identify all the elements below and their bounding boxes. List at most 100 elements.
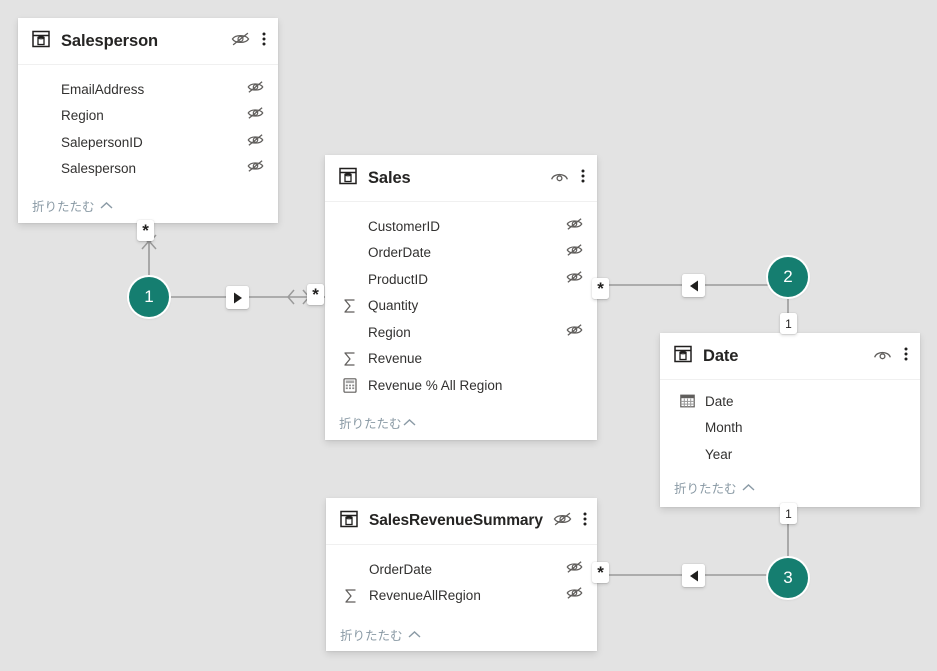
field-row[interactable]: RevenueAllRegion — [326, 583, 597, 610]
field-icon-none — [36, 80, 55, 98]
eye-hidden-icon[interactable] — [566, 586, 583, 605]
field-row[interactable]: CustomerID — [325, 213, 597, 240]
eye-hidden-icon[interactable] — [566, 243, 583, 262]
field-icon-none — [343, 323, 362, 341]
field-row[interactable]: ProductID — [325, 266, 597, 293]
table-icon — [32, 30, 50, 53]
field-icon-none — [680, 419, 699, 437]
field-label: Salesperson — [61, 161, 136, 176]
collapse-toggle-sales[interactable]: 折りたたむ — [325, 403, 597, 444]
table-header-salesrevenuesummary[interactable]: SalesRevenueSummary — [326, 498, 597, 545]
calendar-icon — [680, 392, 699, 410]
field-row[interactable]: Year — [660, 441, 920, 468]
field-row[interactable]: Quantity — [325, 293, 597, 320]
collapse-label: 折りたたむ — [339, 413, 402, 432]
field-label: ProductID — [368, 272, 428, 287]
table-card-sales[interactable]: Sales CustomerID — [325, 155, 597, 440]
eye-hidden-icon[interactable] — [553, 511, 572, 532]
relationship-badge-1[interactable]: 1 — [129, 277, 169, 317]
chevron-up-icon — [742, 483, 755, 492]
arrow-left-icon — [689, 280, 699, 292]
table-header-date[interactable]: Date — [660, 333, 920, 380]
field-row[interactable]: SalepersonID — [18, 129, 278, 156]
measure-icon — [343, 376, 362, 394]
more-options-icon[interactable] — [583, 511, 587, 532]
field-label: CustomerID — [368, 219, 440, 234]
field-label: Revenue — [368, 351, 422, 366]
field-label: RevenueAllRegion — [369, 588, 481, 603]
field-icon-none — [344, 560, 363, 578]
field-row[interactable]: Salesperson — [18, 156, 278, 183]
eye-visible-icon[interactable] — [873, 346, 892, 367]
field-label: Year — [705, 447, 732, 462]
arrow-right-icon — [233, 292, 243, 304]
field-label: Revenue % All Region — [368, 378, 502, 393]
field-icon-none — [343, 244, 362, 262]
cardinality-chip-one-date-bottom[interactable]: 1 — [780, 503, 797, 524]
field-row[interactable]: Month — [660, 415, 920, 442]
field-icon-none — [36, 133, 55, 151]
field-row[interactable]: Date — [660, 388, 920, 415]
table-card-salesperson[interactable]: Salesperson EmailAddress — [18, 18, 278, 223]
more-options-icon[interactable] — [581, 168, 585, 189]
field-row[interactable]: OrderDate — [325, 240, 597, 267]
eye-hidden-icon[interactable] — [566, 270, 583, 289]
cardinality-chip-star-salesperson[interactable]: * — [137, 220, 154, 241]
table-card-salesrevenuesummary[interactable]: SalesRevenueSummary OrderDat — [326, 498, 597, 651]
field-list-sales: CustomerID OrderDate — [325, 202, 597, 403]
field-row[interactable]: OrderDate — [326, 556, 597, 583]
field-label: SalepersonID — [61, 135, 143, 150]
sigma-icon — [343, 350, 362, 368]
cross-filter-arrow-left-icon-date[interactable] — [682, 274, 705, 297]
cardinality-chip-one-date-top[interactable]: 1 — [780, 313, 797, 334]
field-row[interactable]: Region — [325, 319, 597, 346]
cross-filter-arrow-left-icon-summary[interactable] — [682, 564, 705, 587]
table-icon — [340, 510, 358, 533]
field-row[interactable]: EmailAddress — [18, 76, 278, 103]
field-label: Month — [705, 420, 743, 435]
table-header-sales[interactable]: Sales — [325, 155, 597, 202]
cardinality-chip-star-sales-right[interactable]: * — [592, 278, 609, 299]
chevron-up-icon — [408, 630, 421, 639]
eye-hidden-icon[interactable] — [231, 31, 250, 52]
eye-hidden-icon[interactable] — [247, 133, 264, 152]
cardinality-chip-star-summary-right[interactable]: * — [592, 562, 609, 583]
eye-hidden-icon[interactable] — [566, 217, 583, 236]
eye-hidden-icon[interactable] — [566, 323, 583, 342]
sigma-icon — [343, 297, 362, 315]
chevron-up-icon — [403, 418, 416, 427]
eye-visible-icon[interactable] — [550, 168, 569, 189]
relationship-badge-2[interactable]: 2 — [768, 257, 808, 297]
table-name-salesrevenuesummary: SalesRevenueSummary — [369, 512, 543, 530]
field-icon-none — [343, 270, 362, 288]
field-list-date: Date Month Year — [660, 380, 920, 472]
field-label: EmailAddress — [61, 82, 144, 97]
eye-hidden-icon[interactable] — [247, 159, 264, 178]
model-view-canvas[interactable]: 1 2 3 * * * 1 1 * — [0, 0, 937, 671]
collapse-label: 折りたたむ — [32, 196, 95, 215]
eye-hidden-icon[interactable] — [566, 560, 583, 579]
field-row[interactable]: Revenue — [325, 346, 597, 373]
eye-hidden-icon[interactable] — [247, 80, 264, 99]
field-label: Region — [61, 108, 104, 123]
eye-hidden-icon[interactable] — [247, 106, 264, 125]
field-label: Region — [368, 325, 411, 340]
sigma-icon — [344, 587, 363, 605]
table-name-date: Date — [703, 347, 738, 366]
relationship-badge-3[interactable]: 3 — [768, 558, 808, 598]
table-card-date[interactable]: Date — [660, 333, 920, 507]
cardinality-chip-star-sales-left[interactable]: * — [307, 284, 324, 305]
table-name-salesperson: Salesperson — [61, 32, 158, 51]
table-header-salesperson[interactable]: Salesperson — [18, 18, 278, 65]
table-name-sales: Sales — [368, 169, 411, 188]
collapse-label: 折りたたむ — [674, 478, 737, 497]
cross-filter-arrow-right-icon[interactable] — [226, 286, 249, 309]
field-label: Quantity — [368, 298, 418, 313]
more-options-icon[interactable] — [262, 31, 266, 52]
collapse-toggle-salesrevenuesummary[interactable]: 折りたたむ — [326, 613, 597, 656]
chevron-up-icon — [100, 201, 113, 210]
more-options-icon[interactable] — [904, 346, 908, 367]
field-list-salesrevenuesummary: OrderDate RevenueAllRegion — [326, 545, 597, 613]
field-row[interactable]: Revenue % All Region — [325, 372, 597, 399]
field-row[interactable]: Region — [18, 103, 278, 130]
